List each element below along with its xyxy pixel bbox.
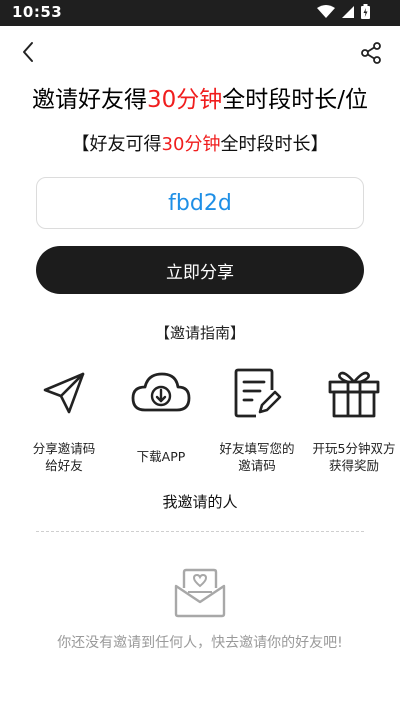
share-now-button[interactable]: 立即分享 [36,246,364,294]
edit-document-icon [207,362,307,424]
invite-code-box[interactable]: fbd2d [36,177,364,229]
guide-step-line2: 邀请码 [238,458,276,473]
empty-state-text: 你还没有邀请到任何人，快去邀请你的好友吧! [57,635,343,651]
dashed-divider [36,531,364,532]
guide-step-download: 下载APP [111,362,211,465]
invite-code: fbd2d [168,190,232,216]
status-time: 10:53 [12,3,63,21]
headline-prefix: 邀请好友得 [31,87,147,113]
status-bar: 10:53 [0,0,400,26]
app-bar [0,26,400,82]
guide-step-line1: 下载APP [136,449,186,464]
guide-step-fill-code: 好友填写您的 邀请码 [207,362,307,474]
subline-suffix: 全时段时长】 [220,134,329,155]
gift-icon [304,362,400,424]
guide-step-label: 下载APP [111,448,211,465]
guide-step-share: 分享邀请码 给好友 [14,362,114,474]
page-headline: 邀请好友得30分钟全时段时长/位 [0,82,400,118]
guide-step-label: 好友填写您的 邀请码 [207,440,307,474]
share-icon [360,42,382,68]
paper-plane-icon [14,362,114,424]
signal-icon [341,5,355,19]
guide-step-line2: 获得奖励 [328,458,379,473]
guide-step-label: 开玩5分钟双方 获得奖励 [304,440,400,474]
guide-step-reward: 开玩5分钟双方 获得奖励 [304,362,400,474]
invited-title: 我邀请的人 [162,493,238,511]
chevron-left-icon [21,41,35,67]
page-subline: 【好友可得30分钟全时段时长】 [0,130,400,160]
mail-heart-icon [172,566,228,618]
guide-step-line2: 给好友 [45,458,83,473]
cloud-download-icon [111,362,211,424]
guide-step-line1: 好友填写您的 [219,441,295,456]
guide-step-line1: 分享邀请码 [32,441,96,456]
guide-steps: 分享邀请码 给好友 下载APP 好友填写您的 邀请码 开玩5分钟双方 获得奖励 [0,362,400,482]
battery-icon [361,4,370,19]
back-button[interactable] [12,38,44,70]
status-icons [317,4,370,19]
subline-prefix: 【好友可得 [71,134,162,155]
headline-suffix: 全时段时长/位 [222,87,369,113]
headline-highlight: 30分钟 [146,87,223,113]
share-button[interactable] [356,40,386,70]
wifi-icon [317,4,335,19]
guide-title: 【邀请指南】 [154,324,245,342]
guide-step-line1: 开玩5分钟双方 [312,441,396,456]
guide-step-label: 分享邀请码 给好友 [14,440,114,474]
subline-highlight: 30分钟 [161,134,221,155]
